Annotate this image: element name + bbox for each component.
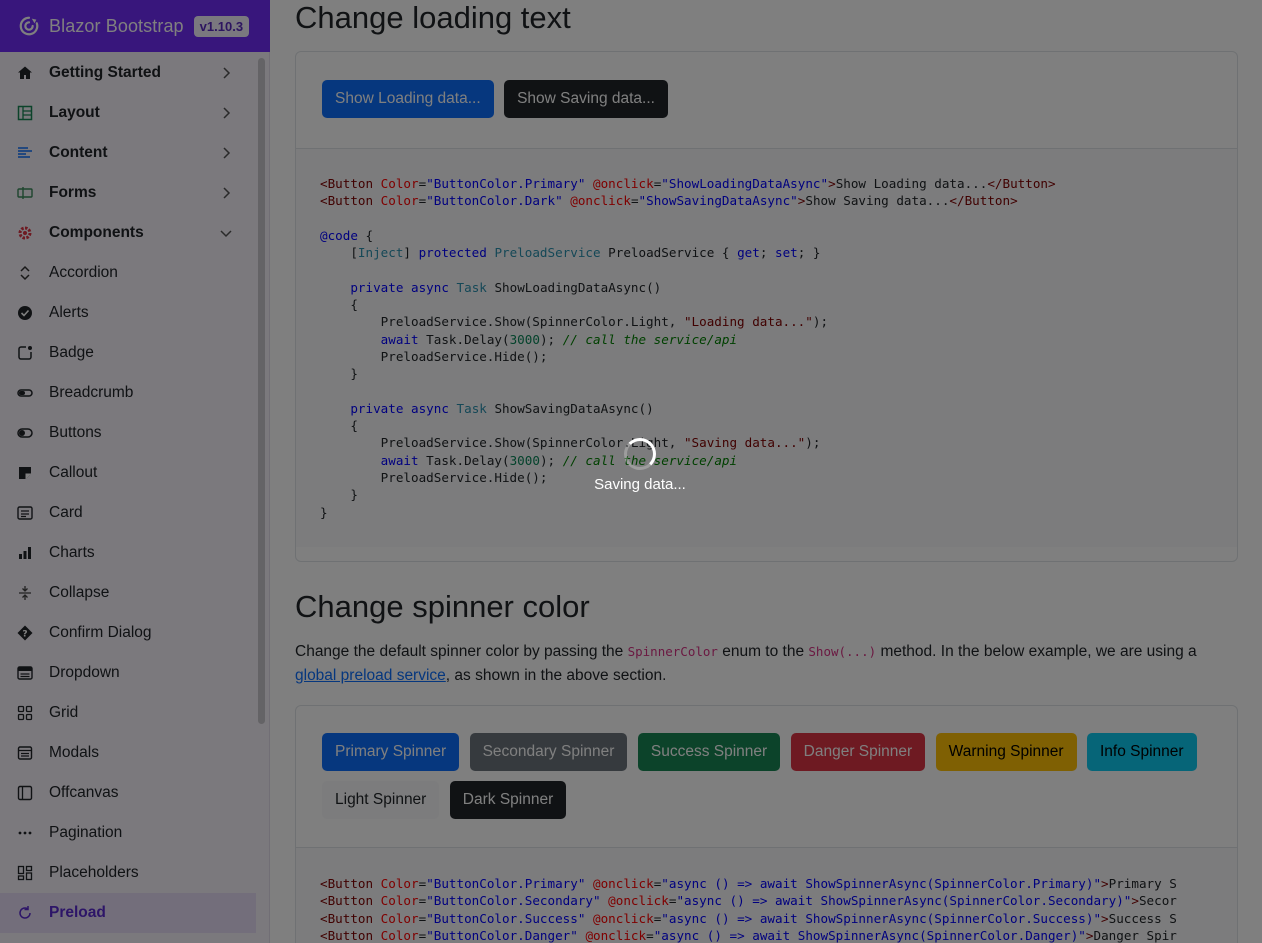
preload-overlay: Saving data... [0,0,1262,943]
preload-text: Saving data... [594,476,686,493]
preload-indicator: Saving data... [588,438,692,493]
spinner-icon [624,438,656,470]
